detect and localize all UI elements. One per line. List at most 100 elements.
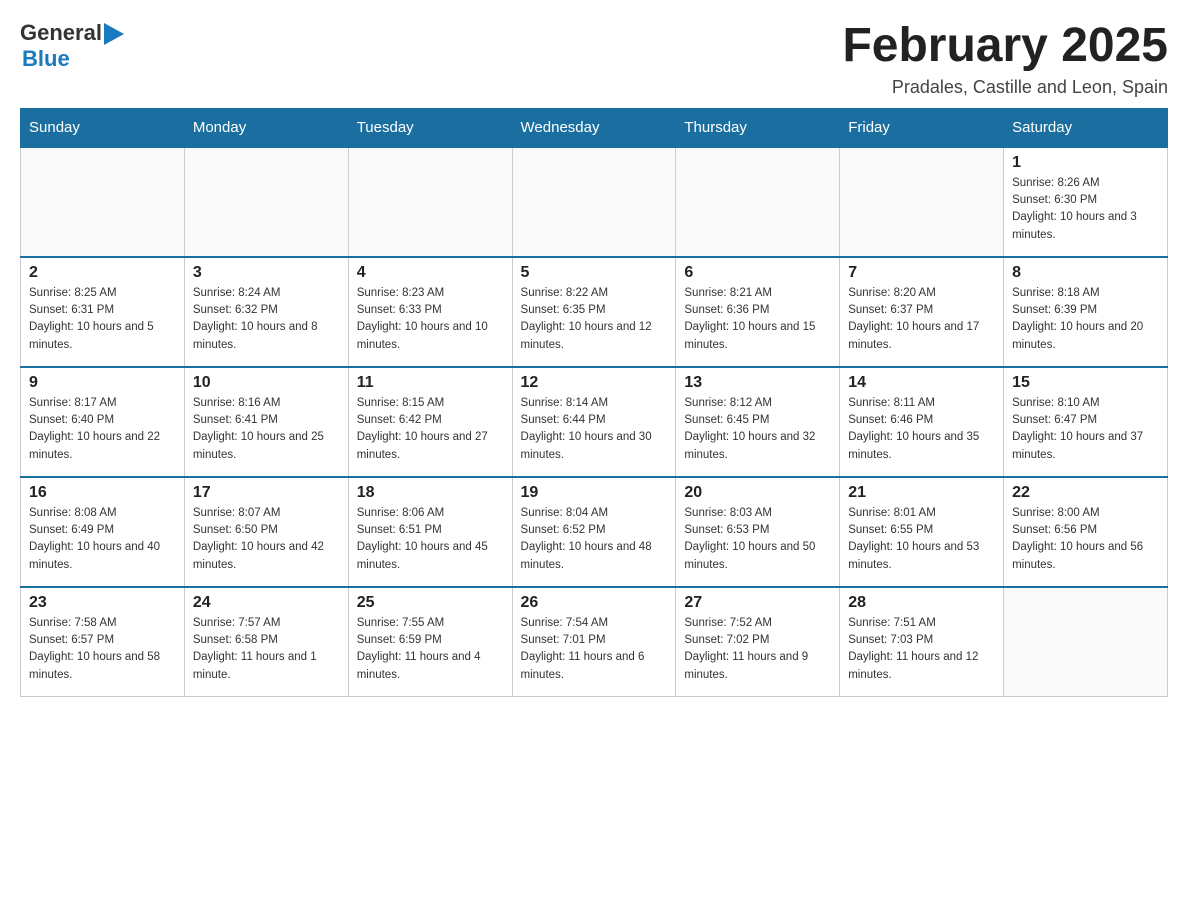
calendar-cell-w4-d6: 21 Sunrise: 8:01 AMSunset: 6:55 PMDayligh… (840, 477, 1004, 587)
col-wednesday: Wednesday (512, 108, 676, 147)
col-saturday: Saturday (1004, 108, 1168, 147)
day-info: Sunrise: 8:21 AMSunset: 6:36 PMDaylight:… (684, 285, 831, 354)
logo-arrow-icon (104, 23, 124, 45)
day-number: 7 (848, 264, 995, 282)
calendar-cell-w5-d2: 24Sunrise: 7:57 AMSunset: 6:58 PMDayligh… (184, 587, 348, 697)
calendar-cell-w4-d1: 16 Sunrise: 8:08 AMSunset: 6:49 PMDayligh… (21, 477, 185, 587)
calendar-cell-w5-d3: 25 Sunrise: 7:55 AMSunset: 6:59 PMDayligh… (348, 587, 512, 697)
logo-blue-text: Blue (22, 46, 70, 71)
day-info: Sunrise: 8:04 AMSunset: 6:52 PMDaylight:… (521, 505, 668, 574)
calendar-cell-w3-d5: 13 Sunrise: 8:12 AMSunset: 6:45 PMDayligh… (676, 367, 840, 477)
day-info: Sunrise: 7:52 AMSunset: 7:02 PMDaylight:… (684, 615, 831, 684)
calendar-cell-w5-d5: 27 Sunrise: 7:52 AMSunset: 7:02 PMDayligh… (676, 587, 840, 697)
calendar-cell-w2-d4: 5 Sunrise: 8:22 AMSunset: 6:35 PMDaylight… (512, 257, 676, 367)
calendar-cell-w1-d5 (676, 147, 840, 257)
calendar-cell-w1-d6 (840, 147, 1004, 257)
calendar-week-3: 9 Sunrise: 8:17 AMSunset: 6:40 PMDaylight… (21, 367, 1168, 477)
day-number: 4 (357, 264, 504, 282)
col-thursday: Thursday (676, 108, 840, 147)
col-tuesday: Tuesday (348, 108, 512, 147)
calendar-cell-w2-d2: 3 Sunrise: 8:24 AMSunset: 6:32 PMDaylight… (184, 257, 348, 367)
day-number: 13 (684, 374, 831, 392)
calendar-cell-w5-d6: 28Sunrise: 7:51 AMSunset: 7:03 PMDayligh… (840, 587, 1004, 697)
title-section: February 2025 Pradales, Castille and Leo… (842, 20, 1168, 98)
calendar-cell-w3-d3: 11 Sunrise: 8:15 AMSunset: 6:42 PMDayligh… (348, 367, 512, 477)
day-info: Sunrise: 8:17 AMSunset: 6:40 PMDaylight:… (29, 395, 176, 464)
day-number: 24 (193, 594, 340, 612)
col-friday: Friday (840, 108, 1004, 147)
calendar-week-5: 23 Sunrise: 7:58 AMSunset: 6:57 PMDayligh… (21, 587, 1168, 697)
day-info: Sunrise: 8:01 AMSunset: 6:55 PMDaylight:… (848, 505, 995, 574)
day-info: Sunrise: 8:10 AMSunset: 6:47 PMDaylight:… (1012, 395, 1159, 464)
day-info: Sunrise: 8:12 AMSunset: 6:45 PMDaylight:… (684, 395, 831, 464)
day-number: 17 (193, 484, 340, 502)
calendar-cell-w2-d1: 2Sunrise: 8:25 AMSunset: 6:31 PMDaylight… (21, 257, 185, 367)
calendar-cell-w1-d4 (512, 147, 676, 257)
calendar-cell-w4-d7: 22Sunrise: 8:00 AMSunset: 6:56 PMDayligh… (1004, 477, 1168, 587)
day-info: Sunrise: 7:54 AMSunset: 7:01 PMDaylight:… (521, 615, 668, 684)
day-number: 23 (29, 594, 176, 612)
calendar-cell-w5-d7 (1004, 587, 1168, 697)
calendar-table: Sunday Monday Tuesday Wednesday Thursday… (20, 108, 1168, 698)
day-info: Sunrise: 8:08 AMSunset: 6:49 PMDaylight:… (29, 505, 176, 574)
day-info: Sunrise: 8:25 AMSunset: 6:31 PMDaylight:… (29, 285, 176, 354)
calendar-cell-w1-d1 (21, 147, 185, 257)
calendar-cell-w1-d7: 1 Sunrise: 8:26 AMSunset: 6:30 PMDaylight… (1004, 147, 1168, 257)
calendar-cell-w1-d3 (348, 147, 512, 257)
day-info: Sunrise: 7:58 AMSunset: 6:57 PMDaylight:… (29, 615, 176, 684)
calendar-cell-w2-d6: 7 Sunrise: 8:20 AMSunset: 6:37 PMDaylight… (840, 257, 1004, 367)
calendar-cell-w3-d2: 10 Sunrise: 8:16 AMSunset: 6:41 PMDayligh… (184, 367, 348, 477)
col-sunday: Sunday (21, 108, 185, 147)
location-subtitle: Pradales, Castille and Leon, Spain (842, 77, 1168, 98)
day-number: 10 (193, 374, 340, 392)
calendar-cell-w3-d7: 15Sunrise: 8:10 AMSunset: 6:47 PMDayligh… (1004, 367, 1168, 477)
day-number: 1 (1012, 154, 1159, 172)
day-number: 3 (193, 264, 340, 282)
day-number: 6 (684, 264, 831, 282)
day-info: Sunrise: 8:26 AMSunset: 6:30 PMDaylight:… (1012, 175, 1159, 244)
calendar-cell-w3-d1: 9 Sunrise: 8:17 AMSunset: 6:40 PMDaylight… (21, 367, 185, 477)
calendar-cell-w4-d3: 18 Sunrise: 8:06 AMSunset: 6:51 PMDayligh… (348, 477, 512, 587)
logo-general-text: General (20, 20, 102, 46)
calendar-week-4: 16 Sunrise: 8:08 AMSunset: 6:49 PMDayligh… (21, 477, 1168, 587)
logo: General Blue (20, 20, 124, 72)
calendar-cell-w4-d4: 19 Sunrise: 8:04 AMSunset: 6:52 PMDayligh… (512, 477, 676, 587)
day-info: Sunrise: 8:22 AMSunset: 6:35 PMDaylight:… (521, 285, 668, 354)
day-info: Sunrise: 8:00 AMSunset: 6:56 PMDaylight:… (1012, 505, 1159, 574)
day-number: 27 (684, 594, 831, 612)
day-info: Sunrise: 8:23 AMSunset: 6:33 PMDaylight:… (357, 285, 504, 354)
day-info: Sunrise: 8:07 AMSunset: 6:50 PMDaylight:… (193, 505, 340, 574)
day-number: 19 (521, 484, 668, 502)
day-number: 8 (1012, 264, 1159, 282)
day-info: Sunrise: 7:55 AMSunset: 6:59 PMDaylight:… (357, 615, 504, 684)
day-info: Sunrise: 8:11 AMSunset: 6:46 PMDaylight:… (848, 395, 995, 464)
day-number: 12 (521, 374, 668, 392)
day-info: Sunrise: 8:24 AMSunset: 6:32 PMDaylight:… (193, 285, 340, 354)
calendar-cell-w1-d2 (184, 147, 348, 257)
calendar-cell-w3-d6: 14 Sunrise: 8:11 AMSunset: 6:46 PMDayligh… (840, 367, 1004, 477)
day-number: 21 (848, 484, 995, 502)
day-number: 16 (29, 484, 176, 502)
day-number: 11 (357, 374, 504, 392)
day-info: Sunrise: 8:15 AMSunset: 6:42 PMDaylight:… (357, 395, 504, 464)
day-info: Sunrise: 8:03 AMSunset: 6:53 PMDaylight:… (684, 505, 831, 574)
calendar-cell-w2-d7: 8Sunrise: 8:18 AMSunset: 6:39 PMDaylight… (1004, 257, 1168, 367)
day-info: Sunrise: 8:06 AMSunset: 6:51 PMDaylight:… (357, 505, 504, 574)
day-info: Sunrise: 8:14 AMSunset: 6:44 PMDaylight:… (521, 395, 668, 464)
calendar-cell-w3-d4: 12 Sunrise: 8:14 AMSunset: 6:44 PMDayligh… (512, 367, 676, 477)
calendar-header-row: Sunday Monday Tuesday Wednesday Thursday… (21, 108, 1168, 147)
day-number: 26 (521, 594, 668, 612)
calendar-cell-w4-d2: 17 Sunrise: 8:07 AMSunset: 6:50 PMDayligh… (184, 477, 348, 587)
day-number: 5 (521, 264, 668, 282)
day-number: 28 (848, 594, 995, 612)
page-header: General Blue February 2025 Pradales, Cas… (20, 20, 1168, 98)
day-number: 14 (848, 374, 995, 392)
day-number: 18 (357, 484, 504, 502)
day-number: 25 (357, 594, 504, 612)
day-number: 9 (29, 374, 176, 392)
calendar-week-2: 2Sunrise: 8:25 AMSunset: 6:31 PMDaylight… (21, 257, 1168, 367)
day-info: Sunrise: 8:20 AMSunset: 6:37 PMDaylight:… (848, 285, 995, 354)
calendar-cell-w5-d1: 23 Sunrise: 7:58 AMSunset: 6:57 PMDayligh… (21, 587, 185, 697)
calendar-week-1: 1 Sunrise: 8:26 AMSunset: 6:30 PMDaylight… (21, 147, 1168, 257)
day-info: Sunrise: 8:16 AMSunset: 6:41 PMDaylight:… (193, 395, 340, 464)
